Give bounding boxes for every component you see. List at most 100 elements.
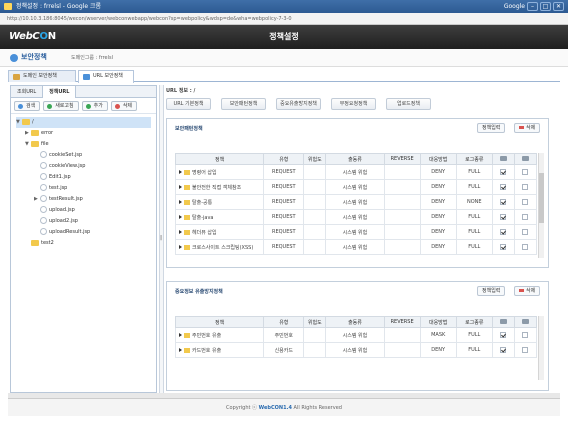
tree-node[interactable]: ▶ error xyxy=(16,128,151,139)
tab-lookup-url[interactable]: 조회URL xyxy=(11,86,44,98)
table-scrollbar[interactable] xyxy=(538,316,544,380)
cell-rev xyxy=(383,194,421,210)
checkbox-cell xyxy=(513,327,538,343)
illegal-request-policy-button[interactable]: 부정요청정책 xyxy=(331,98,376,110)
table-row[interactable]: 불안전한 직접 객체참조 REQUEST 시스템 위험 DENY FULL xyxy=(174,179,538,195)
table-row[interactable]: 명령어 삽입 REQUEST 시스템 위험 DENY FULL xyxy=(174,164,538,180)
policy-name-cell[interactable]: 크로스사이트 스크립팅(XSS) xyxy=(174,239,265,255)
url-basic-policy-button[interactable]: URL 기본정책 xyxy=(166,98,211,110)
tree-node[interactable]: cookieSet.jsp xyxy=(16,150,151,161)
tree-node[interactable]: Edit1.jsp xyxy=(16,172,151,183)
folder-icon xyxy=(184,214,190,220)
tree-node[interactable]: test2 xyxy=(16,238,151,249)
expand-arrow-icon[interactable] xyxy=(179,185,182,189)
tree-node[interactable]: cookieView.jsp xyxy=(16,161,151,172)
cell-cat: 시스템 위험 xyxy=(325,327,385,343)
search-button[interactable]: 검색 xyxy=(14,101,41,111)
checkbox-cell xyxy=(513,209,538,225)
policy-name-cell[interactable]: 카드번호 유출 xyxy=(174,342,265,358)
policy-name-cell[interactable]: 주민번호 유출 xyxy=(174,327,265,343)
cell-log: FULL xyxy=(455,239,493,255)
expand-arrow-icon[interactable] xyxy=(179,348,182,352)
cell-rev xyxy=(383,342,421,358)
expand-arrow-icon[interactable] xyxy=(179,245,182,249)
expand-arrow-icon[interactable] xyxy=(179,170,182,174)
tree-node[interactable]: ▼ file xyxy=(16,139,151,150)
tab-url-policy[interactable]: URL 보안정책 xyxy=(78,70,134,83)
tab-label: URL 보안정책 xyxy=(93,73,123,79)
checkbox[interactable] xyxy=(500,183,507,190)
table-row[interactable]: 탈출-공통 REQUEST 시스템 위험 DENY NONE xyxy=(174,194,538,210)
checkbox[interactable] xyxy=(522,346,529,353)
policy-name-cell[interactable]: 불안전한 직접 객체참조 xyxy=(174,179,265,195)
expand-arrow-icon[interactable] xyxy=(179,333,182,337)
checkbox[interactable] xyxy=(522,168,529,175)
scroll-thumb[interactable] xyxy=(539,173,544,223)
checkbox[interactable] xyxy=(500,243,507,250)
footer-brand: WebCON1.4 xyxy=(258,405,292,411)
policy-delete-button[interactable]: 삭제 xyxy=(514,123,541,133)
checkbox[interactable] xyxy=(500,168,507,175)
expand-arrow-icon[interactable] xyxy=(179,230,182,234)
expand-arrow-icon[interactable] xyxy=(179,215,182,219)
folder-icon xyxy=(184,347,190,353)
close-button[interactable]: ✕ xyxy=(553,2,564,11)
file-icon xyxy=(40,217,47,224)
google-label: Google xyxy=(503,3,525,10)
maximize-button[interactable]: □ xyxy=(540,2,551,11)
tree-node[interactable]: ▼ / xyxy=(16,117,151,128)
copyright-suffix: All Rights Reserved xyxy=(293,405,342,411)
expand-arrow-icon[interactable] xyxy=(179,200,182,204)
cell-rev xyxy=(383,164,421,180)
minimize-button[interactable]: – xyxy=(527,2,538,11)
policy-name-cell[interactable]: 명령어 삽입 xyxy=(174,164,265,180)
folder-icon xyxy=(31,239,39,246)
tab-domain-policy[interactable]: 도메인 보안정책 xyxy=(8,70,76,82)
policy-add-button[interactable]: 정책입력 xyxy=(477,286,506,296)
checkbox-cell xyxy=(513,342,538,358)
splitter-grip-icon: ‖ xyxy=(160,235,163,241)
tree-node[interactable]: test.jsp xyxy=(16,183,151,194)
checkbox[interactable] xyxy=(522,198,529,205)
panel-splitter[interactable]: ‖ xyxy=(159,85,164,393)
delete-button[interactable]: 삭제 xyxy=(110,101,138,111)
table-row[interactable]: 크로스사이트 스크립팅(XSS) REQUEST 시스템 위험 DENY FULL xyxy=(174,239,538,255)
checkbox[interactable] xyxy=(522,243,529,250)
upload-policy-button[interactable]: 업로드정책 xyxy=(386,98,431,110)
refresh-button[interactable]: 새로고침 xyxy=(43,101,79,111)
checkbox[interactable] xyxy=(500,331,507,338)
checkbox[interactable] xyxy=(500,228,507,235)
policy-name-cell[interactable]: 탈출-공통 xyxy=(174,194,265,210)
leak-prevention-policy-button[interactable]: 중요유출방지정책 xyxy=(276,98,321,110)
table-row[interactable]: 헤더뷰 삽입 REQUEST 시스템 위험 DENY FULL xyxy=(174,224,538,240)
page-title: 정책설정 xyxy=(269,32,299,41)
policy-add-button[interactable]: 정책입력 xyxy=(477,123,506,133)
table-row[interactable]: 카드번호 유출 신용카드 시스템 위험 DENY FULL xyxy=(174,342,538,358)
tree-node[interactable]: ▶ testResult.jsp xyxy=(16,194,151,205)
checkbox[interactable] xyxy=(522,331,529,338)
checkbox-cell xyxy=(491,224,515,240)
add-button[interactable]: 추가 xyxy=(81,101,108,111)
cell-log: FULL xyxy=(455,179,493,195)
checkbox[interactable] xyxy=(500,346,507,353)
checkbox[interactable] xyxy=(500,213,507,220)
tab-policy-url[interactable]: 정책URL xyxy=(43,86,77,98)
checkbox[interactable] xyxy=(500,198,507,205)
tree-node[interactable]: upload.jsp xyxy=(16,205,151,216)
table-scrollbar[interactable] xyxy=(538,153,544,258)
checkbox[interactable] xyxy=(522,183,529,190)
policy-delete-button[interactable]: 삭제 xyxy=(514,286,541,296)
address-bar[interactable]: http://10.10.3.186:8045/wecon/wserver/we… xyxy=(0,13,568,25)
checkbox[interactable] xyxy=(522,228,529,235)
security-pattern-policy-button[interactable]: 보안패턴정책 xyxy=(221,98,266,110)
tree-node[interactable]: upload2.jsp xyxy=(16,216,151,227)
expand-toggle-icon[interactable]: ▶ xyxy=(34,194,40,205)
cell-risk xyxy=(303,194,327,210)
tree-node[interactable]: uploadResult.jsp xyxy=(16,227,151,238)
policy-name-cell[interactable]: 탈출-java xyxy=(174,209,265,225)
checkbox[interactable] xyxy=(522,213,529,220)
table-row[interactable]: 주민번호 유출 주민번호 시스템 위험 MASK FULL xyxy=(174,327,538,343)
checkbox-cell xyxy=(513,239,538,255)
policy-name-cell[interactable]: 헤더뷰 삽입 xyxy=(174,224,265,240)
table-row[interactable]: 탈출-java REQUEST 시스템 위험 DENY FULL xyxy=(174,209,538,225)
